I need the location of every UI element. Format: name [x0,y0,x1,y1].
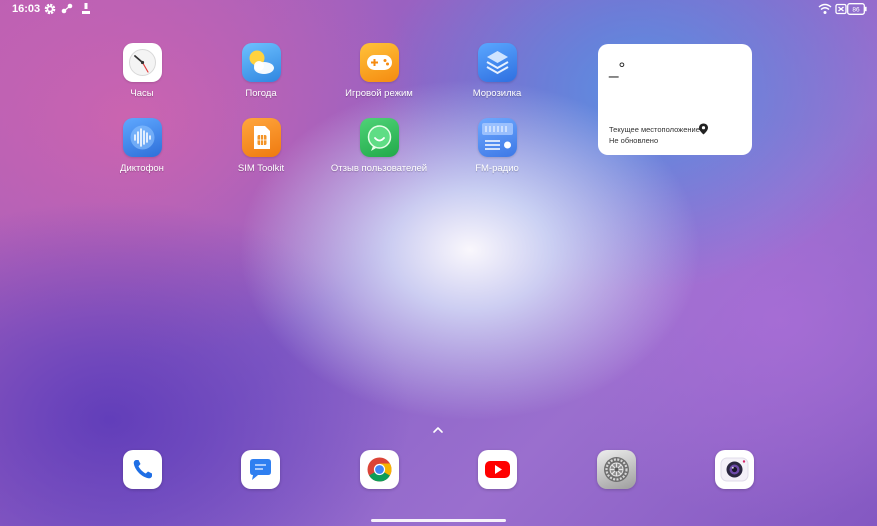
youtube-icon [485,461,510,478]
app-feedback[interactable]: Отзыв пользователей [324,118,434,174]
weather-widget[interactable]: _° Текущее местоположение Не обновлено [598,44,752,155]
app-weather[interactable]: Погода [206,43,316,99]
app-voice-recorder[interactable]: Диктофон [87,118,197,174]
dock-settings[interactable] [597,450,636,489]
feedback-chat-icon [359,118,399,157]
weather-icon [241,43,281,82]
app-label: Погода [245,88,277,99]
battery-icon: 86 [847,3,867,15]
app-sim-toolkit[interactable]: SIM Toolkit [206,118,316,174]
status-time: 16:03 [12,3,41,15]
app-label: Диктофон [120,163,164,174]
dock-chrome[interactable] [360,450,399,489]
settings-gear-icon [44,3,56,15]
dock-messages[interactable] [241,450,280,489]
battery-level: 86 [852,7,860,14]
app-label: Морозилка [472,88,522,99]
freezer-layers-icon [477,43,517,82]
app-clock[interactable]: Часы [87,43,197,99]
gesture-navigation-bar[interactable] [371,519,506,522]
clock-icon [122,43,162,82]
app-fm-radio[interactable]: FM-радио [442,118,552,174]
messages-icon [250,459,271,480]
wifi-icon [818,3,832,14]
dock-phone[interactable] [123,450,162,489]
settings-icon [604,457,629,482]
app-game-mode[interactable]: Игровой режим [324,43,434,99]
sim-card-icon [241,118,281,157]
app-label: FM-радио [475,163,519,174]
app-label: Часы [130,88,154,99]
voice-recorder-icon [122,118,162,157]
gamepad-icon [359,43,399,82]
radio-icon [477,118,517,157]
phone-icon [133,460,152,479]
app-drawer-chevron-up-icon[interactable] [432,425,444,435]
widget-temperature: _° [609,59,626,78]
no-sim-icon [835,3,847,15]
app-freezer[interactable]: Морозилка [442,43,552,99]
widget-location: Текущее местоположение [609,125,700,134]
app-label: Отзыв пользователей [330,163,428,174]
chrome-icon [367,457,392,482]
dock-youtube[interactable] [478,450,517,489]
bluetooth-devices-icon [61,3,73,14]
usb-debug-icon [82,3,90,14]
widget-update-status: Не обновлено [609,136,659,145]
location-pin-icon [699,123,708,135]
status-bar: 16:03 86 [0,0,877,18]
app-label: SIM Toolkit [237,163,285,174]
camera-icon [720,457,749,482]
dock-camera[interactable] [715,450,754,489]
app-label: Игровой режим [345,88,413,99]
